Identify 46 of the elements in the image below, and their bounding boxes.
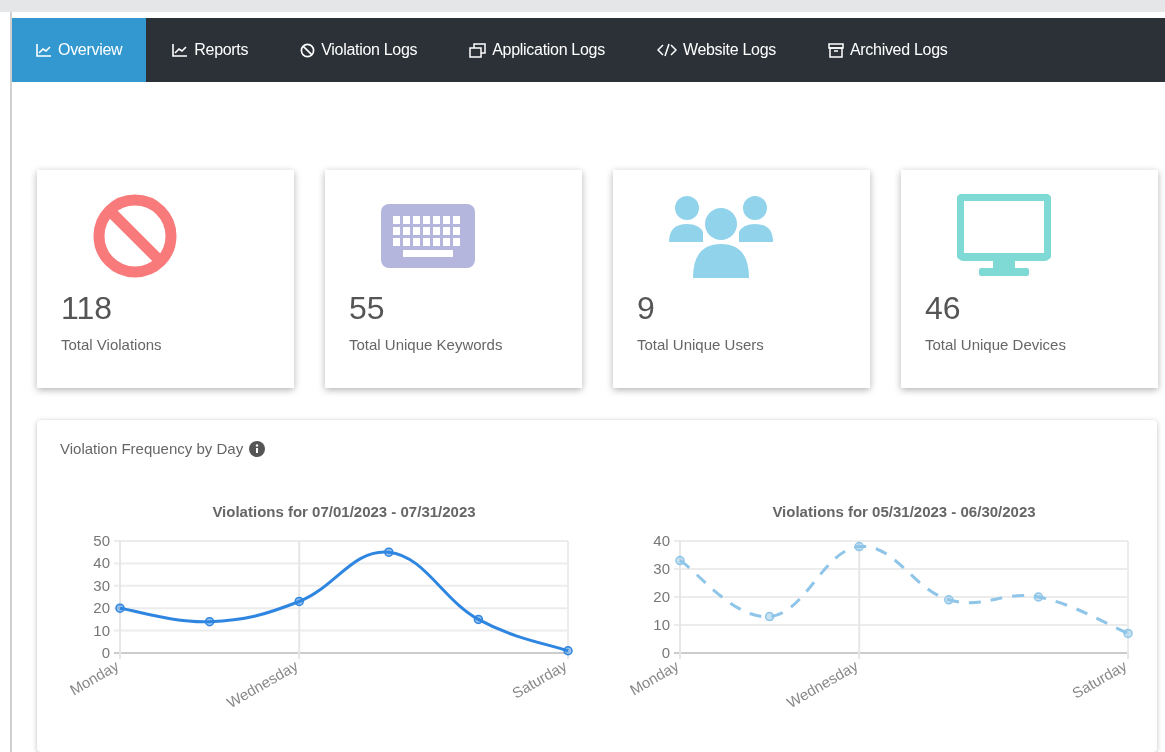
data-point <box>854 541 864 551</box>
y-tick-label: 30 <box>93 576 110 594</box>
windows-icon <box>469 42 487 58</box>
stat-label: Total Unique Devices <box>925 335 1067 355</box>
data-point <box>384 546 394 557</box>
y-tick-label: 40 <box>93 553 110 571</box>
nav-tab[interactable]: Violation Logs <box>274 18 444 82</box>
ban-icon <box>300 42 316 58</box>
stat-value: 55 <box>349 289 386 328</box>
stat-label: Total Violations <box>61 335 163 355</box>
stat-value: 118 <box>61 289 113 328</box>
y-tick-label: 50 <box>93 531 110 549</box>
nav-tab[interactable]: Website Logs <box>630 18 802 82</box>
stat-label: Total Unique Keywords <box>349 335 504 355</box>
data-point <box>204 616 215 626</box>
y-tick-label: 20 <box>653 587 670 605</box>
code-icon <box>656 43 677 57</box>
nav-tab[interactable]: Archived Logs <box>801 18 974 82</box>
data-point <box>944 594 954 605</box>
line-chart-icon <box>36 43 52 57</box>
stat-value: 46 <box>925 289 962 328</box>
data-point <box>473 614 484 624</box>
data-point <box>1033 591 1044 602</box>
data-point <box>115 602 125 613</box>
chart-title: Violations for 05/31/2023 - 06/30/2023 <box>772 502 1036 520</box>
y-tick-label: 10 <box>93 621 110 639</box>
y-tick-label: 30 <box>653 559 670 577</box>
data-point <box>294 596 304 606</box>
nav-tab[interactable]: Application Logs <box>443 18 631 82</box>
y-tick-label: 40 <box>653 531 670 549</box>
chart-title: Violations for 07/01/2023 - 07/31/2023 <box>212 502 476 520</box>
line-chart-icon <box>172 43 189 57</box>
data-point <box>675 555 685 565</box>
panel-title: Violation Frequency by Day <box>60 439 244 459</box>
data-point <box>1123 628 1133 638</box>
nav-tab[interactable]: Reports <box>146 18 275 82</box>
stat-value: 9 <box>637 289 656 328</box>
y-tick-label: 10 <box>653 615 670 633</box>
y-tick-label: 0 <box>101 643 110 661</box>
data-point <box>764 611 775 621</box>
data-point <box>563 645 573 655</box>
y-tick-label: 20 <box>93 598 110 616</box>
archive-box-icon <box>827 42 844 58</box>
stat-label: Total Unique Users <box>637 335 765 355</box>
y-tick-label: 0 <box>661 643 670 661</box>
info-icon[interactable] <box>249 441 266 458</box>
